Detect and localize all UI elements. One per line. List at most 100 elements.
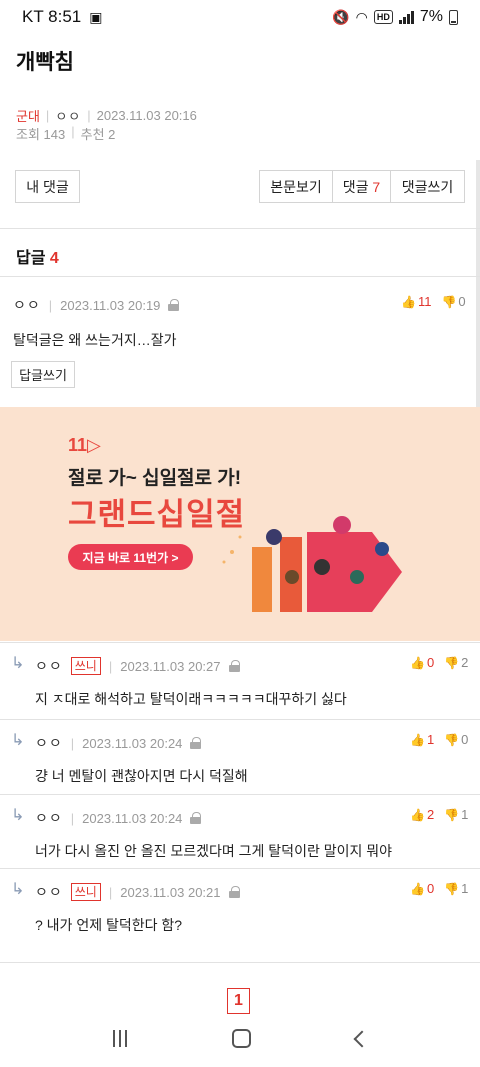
comments-button[interactable]: 댓글 7 xyxy=(333,170,391,203)
thumb-up-icon: 👍 xyxy=(410,807,425,822)
thumb-up-icon: 👍 xyxy=(401,294,416,309)
write-comment-button[interactable]: 댓글쓰기 xyxy=(391,170,465,203)
downvote-button[interactable]: 👎 1 xyxy=(444,807,468,822)
wifi-icon: ◠ xyxy=(355,8,368,25)
hd-icon: HD xyxy=(373,10,393,24)
divider: | xyxy=(108,658,113,674)
reply-nick[interactable]: ㅇㅇ xyxy=(35,882,63,902)
upvote-count: 0 xyxy=(426,881,435,896)
post-views: 조회 143 xyxy=(16,127,66,142)
divider: | xyxy=(70,810,75,826)
reply-datetime: 2023.11.03 20:24 xyxy=(82,810,183,826)
divider: | xyxy=(45,108,50,123)
upvote-count: 2 xyxy=(426,807,435,822)
reply-datetime: 2023.11.03 20:24 xyxy=(82,735,183,751)
reply-votes: 👍 1 👎 0 xyxy=(410,732,468,747)
downvote-button[interactable]: 👎 2 xyxy=(444,655,468,670)
replies-count: 4 xyxy=(49,250,59,267)
reply-nick[interactable]: ㅇㅇ xyxy=(35,733,63,753)
carrier-time: KT 8:51 xyxy=(22,7,82,26)
status-bar: KT 8:51 ▣ 🔇 ◠ HD 7% xyxy=(0,0,480,34)
ad-illustration xyxy=(222,516,402,612)
upvote-button[interactable]: 👍 0 xyxy=(410,881,434,896)
downvote-count: 2 xyxy=(461,655,469,670)
comment-nick[interactable]: ㅇㅇ xyxy=(13,295,41,315)
reply-meta: ㅇㅇ | 2023.11.03 20:24 xyxy=(35,808,202,828)
lock-icon xyxy=(228,886,240,898)
thumb-down-icon: 👎 xyxy=(444,881,460,896)
mute-icon: 🔇 xyxy=(332,8,350,25)
post-category[interactable]: 군대 xyxy=(16,106,40,125)
divider: | xyxy=(71,124,75,139)
upvote-button[interactable]: 👍 11 xyxy=(401,294,431,309)
gallery-icon: ▣ xyxy=(89,8,103,25)
reply-datetime: 2023.11.03 20:27 xyxy=(120,658,221,674)
reply-meta: ㅇㅇ | 2023.11.03 20:24 xyxy=(35,733,202,753)
downvote-count: 0 xyxy=(461,732,469,747)
signal-icon xyxy=(398,10,414,24)
divider: | xyxy=(87,108,91,123)
divider xyxy=(0,962,480,963)
downvote-button[interactable]: 👎 1 xyxy=(444,881,468,896)
ad-cta-button[interactable]: 지금 바로 11번가 > xyxy=(68,544,193,570)
upvote-count: 0 xyxy=(426,655,435,670)
home-button[interactable] xyxy=(231,1029,251,1048)
thumb-down-icon: 👎 xyxy=(444,807,460,822)
comment-votes: 👍 11 👎 0 xyxy=(401,294,466,309)
my-comments-button[interactable]: 내 댓글 xyxy=(15,170,80,203)
thumb-down-icon: 👎 xyxy=(444,655,460,670)
thumb-up-icon: 👍 xyxy=(410,732,425,747)
divider: | xyxy=(108,884,113,900)
lock-icon xyxy=(168,299,180,311)
upvote-button[interactable]: 👍 2 xyxy=(410,807,434,822)
reply-text: 걍 너 멘탈이 괜찮아지면 다시 덕질해 xyxy=(35,768,248,784)
ad-logo: 11▷ xyxy=(68,435,101,456)
downvote-count: 1 xyxy=(461,881,469,896)
reply-text: 지 ㅈ대로 해석하고 탈덕이래ㅋㅋㅋㅋㅋ대꾸하기 싫다 xyxy=(35,691,347,707)
reply-votes: 👍 2 👎 1 xyxy=(410,807,468,822)
write-reply-button[interactable]: 답글쓰기 xyxy=(11,361,75,388)
ad-logo-text: 11 xyxy=(68,435,88,455)
reply-meta: ㅇㅇ 쓰니 | 2023.11.03 20:27 xyxy=(35,656,240,676)
downvote-button[interactable]: 👎 0 xyxy=(444,732,468,747)
thumb-up-icon: 👍 xyxy=(410,881,425,896)
post-title: 개빡침 xyxy=(16,51,74,74)
reply-arrow-icon: ↳ xyxy=(11,655,25,672)
upvote-count: 1 xyxy=(426,732,435,747)
replies-label: 답글 xyxy=(16,250,46,267)
battery-icon xyxy=(449,9,458,25)
divider: | xyxy=(70,735,75,751)
reply-nick[interactable]: ㅇㅇ xyxy=(35,656,63,676)
divider: | xyxy=(48,297,53,313)
reply-votes: 👍 0 👎 2 xyxy=(410,655,468,670)
back-button[interactable] xyxy=(353,1030,370,1047)
lock-icon xyxy=(190,737,202,749)
post-author[interactable]: ㅇㅇ xyxy=(55,106,81,125)
comment-datetime: 2023.11.03 20:19 xyxy=(60,297,161,313)
downvote-count: 0 xyxy=(458,294,466,309)
lock-icon xyxy=(190,812,202,824)
reply-arrow-icon: ↳ xyxy=(11,807,25,824)
lock-icon xyxy=(228,660,240,672)
reply-text: 너가 다시 올진 안 올진 모르겠다며 그게 탈덕이란 말이지 뭐야 xyxy=(35,843,393,859)
thumb-down-icon: 👎 xyxy=(441,294,457,309)
battery-percent: 7% xyxy=(419,8,443,25)
divider xyxy=(0,228,480,229)
post-stats: 조회 143 | 추천 2 xyxy=(16,124,115,143)
recents-button[interactable] xyxy=(112,1030,127,1047)
comment-text: 탈덕글은 왜 쓰는거지…잘가 xyxy=(13,332,177,348)
reply-votes: 👍 0 👎 1 xyxy=(410,881,468,896)
comment-meta: ㅇㅇ | 2023.11.03 20:19 xyxy=(13,295,180,315)
upvote-count: 11 xyxy=(417,294,432,309)
upvote-button[interactable]: 👍 0 xyxy=(410,655,434,670)
divider xyxy=(0,868,480,869)
downvote-button[interactable]: 👎 0 xyxy=(441,294,465,309)
view-post-button[interactable]: 본문보기 xyxy=(259,170,333,203)
reply-nick[interactable]: ㅇㅇ xyxy=(35,808,63,828)
ad-banner[interactable]: 11▷ 절로 가~ 십일절로 가! 그랜드십일절 지금 바로 11번가 > xyxy=(0,407,480,641)
upvote-button[interactable]: 👍 1 xyxy=(410,732,434,747)
play-icon: ▷ xyxy=(87,435,101,455)
divider xyxy=(0,276,480,277)
post-likes: 추천 2 xyxy=(80,127,116,142)
downvote-count: 1 xyxy=(461,807,469,822)
